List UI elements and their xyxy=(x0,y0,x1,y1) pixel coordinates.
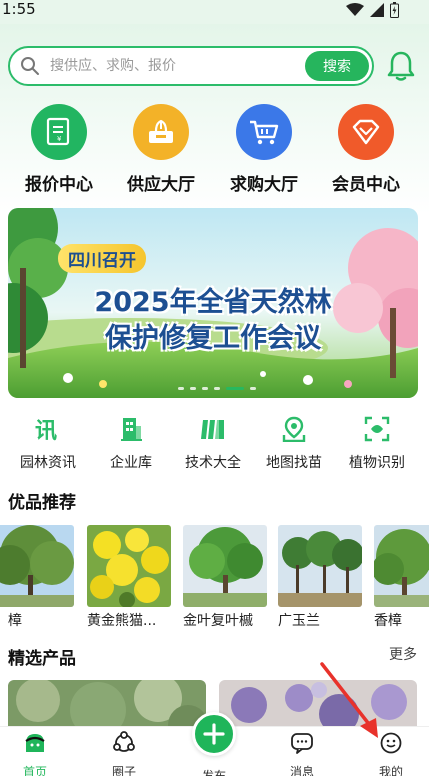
home-icon xyxy=(0,731,70,755)
banner-pagination xyxy=(178,387,256,390)
quick-nav-label: 会员中心 xyxy=(332,175,400,195)
quick-nav-label: 供应大厅 xyxy=(127,175,195,195)
circle-network-icon xyxy=(89,731,159,755)
signal-icon xyxy=(370,3,384,17)
wifi-icon xyxy=(346,3,364,16)
pagination-dot xyxy=(178,387,184,390)
search-input[interactable] xyxy=(50,55,300,77)
tab-home[interactable]: 首页 xyxy=(0,731,70,776)
featured-product[interactable]: 广玉兰 xyxy=(278,525,362,629)
promo-banner[interactable]: 四川召开 2025年全省天然林 保护修复工作会议 xyxy=(8,208,418,398)
function-row: 讯 园林资讯 企业库 技术大全 地图找苗 植物识别 xyxy=(0,414,429,478)
product-name: 黄金熊猫... xyxy=(87,613,157,629)
tab-messages[interactable]: 消息 xyxy=(267,731,337,776)
vip-diamond-icon xyxy=(338,104,394,160)
function-label: 植物识别 xyxy=(349,455,405,471)
function-label: 地图找苗 xyxy=(266,455,322,471)
pagination-dot xyxy=(202,387,208,390)
banner-title-line1: 2025年全省天然林 xyxy=(94,287,332,318)
tab-label: 圈子 xyxy=(111,765,136,776)
status-icons xyxy=(346,2,399,18)
supply-icon xyxy=(133,104,189,160)
quick-nav: ¥ 报价中心 供应大厅 求购大厅 会员中心 xyxy=(0,104,429,196)
selected-product-card[interactable] xyxy=(8,680,206,730)
plus-icon xyxy=(203,723,225,745)
product-image xyxy=(183,525,267,607)
map-pin-icon xyxy=(279,414,309,444)
tab-label: 首页 xyxy=(22,765,47,776)
product-image xyxy=(278,525,362,607)
building-icon xyxy=(116,414,146,444)
product-image xyxy=(219,680,417,730)
function-enterprise-db[interactable]: 企业库 xyxy=(91,414,171,472)
product-name: 广玉兰 xyxy=(278,613,320,629)
featured-product[interactable]: 樟 xyxy=(0,525,74,629)
product-image xyxy=(8,680,206,730)
product-name: 樟 xyxy=(8,613,22,629)
product-name: 金叶复叶槭 xyxy=(183,613,253,629)
tab-mine[interactable]: 我的 xyxy=(356,731,426,776)
battery-icon xyxy=(390,2,399,18)
pagination-dot-active xyxy=(226,387,244,390)
product-image xyxy=(374,525,429,607)
featured-section-title: 优品推荐 xyxy=(8,493,76,513)
product-image xyxy=(87,525,171,607)
more-link[interactable]: 更多 xyxy=(389,644,417,664)
svg-text:¥: ¥ xyxy=(57,135,62,143)
tab-label: 我的 xyxy=(378,765,403,776)
product-name: 香樟 xyxy=(374,613,402,629)
function-map-find-seedling[interactable]: 地图找苗 xyxy=(254,414,334,472)
banner-tag: 四川召开 xyxy=(58,244,146,273)
pagination-dot xyxy=(250,387,256,390)
function-label: 技术大全 xyxy=(185,455,241,471)
tab-label: 消息 xyxy=(289,765,314,776)
search-icon xyxy=(21,57,39,75)
profile-face-icon xyxy=(356,731,426,755)
status-bar: 1:55 xyxy=(0,0,429,24)
books-icon xyxy=(198,414,228,444)
quick-nav-supply-hall[interactable]: 供应大厅 xyxy=(111,104,211,195)
publish-button[interactable] xyxy=(192,712,236,756)
selected-product-card[interactable] xyxy=(219,680,417,730)
message-icon xyxy=(267,731,337,755)
scan-leaf-icon xyxy=(362,414,392,444)
function-label: 园林资讯 xyxy=(20,455,76,471)
status-time: 1:55 xyxy=(2,0,36,18)
search-bar[interactable]: 搜索 xyxy=(8,46,374,86)
function-label: 企业库 xyxy=(110,455,152,471)
pagination-dot xyxy=(190,387,196,390)
function-garden-news[interactable]: 讯 园林资讯 xyxy=(8,414,88,472)
featured-product[interactable]: 香樟 xyxy=(374,525,429,629)
function-tech-encyclopedia[interactable]: 技术大全 xyxy=(173,414,253,472)
quick-nav-member-center[interactable]: 会员中心 xyxy=(316,104,416,195)
news-icon: 讯 xyxy=(33,414,63,444)
featured-product-list: 樟 黄金熊猫... 金叶复叶槭 广玉兰 香樟 xyxy=(0,525,429,629)
function-plant-identify[interactable]: 植物识别 xyxy=(337,414,417,472)
product-image xyxy=(0,525,74,607)
featured-product[interactable]: 黄金熊猫... xyxy=(87,525,171,629)
bell-icon[interactable] xyxy=(386,50,416,82)
quick-nav-label: 求购大厅 xyxy=(230,175,298,195)
pagination-dot xyxy=(214,387,220,390)
cart-icon xyxy=(236,104,292,160)
banner-title-line2: 保护修复工作会议 xyxy=(105,323,321,354)
quote-icon: ¥ xyxy=(31,104,87,160)
quick-nav-quote-center[interactable]: ¥ 报价中心 xyxy=(9,104,109,195)
quick-nav-purchase-hall[interactable]: 求购大厅 xyxy=(214,104,314,195)
search-button[interactable]: 搜索 xyxy=(305,51,369,81)
quick-nav-label: 报价中心 xyxy=(25,175,93,195)
tab-label: 发布 xyxy=(201,769,226,776)
featured-product[interactable]: 金叶复叶槭 xyxy=(183,525,267,629)
svg-text:讯: 讯 xyxy=(35,419,57,442)
selected-section-title: 精选产品 xyxy=(8,649,76,669)
tab-circle[interactable]: 圈子 xyxy=(89,731,159,776)
